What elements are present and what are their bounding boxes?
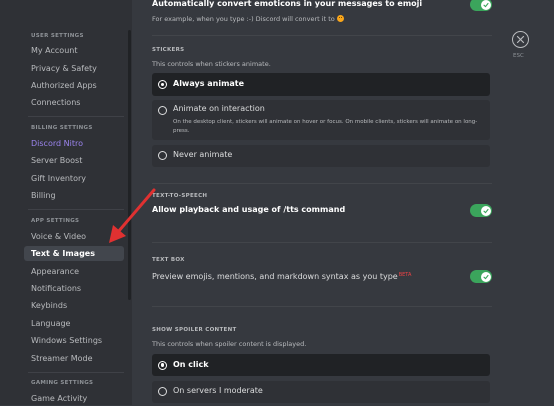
radio-selected-icon (158, 80, 167, 89)
emoticon-setting-subtitle: For example, when you type :-) Discord w… (152, 15, 344, 23)
radio-selected-icon (158, 360, 167, 370)
sidebar-item-text-images[interactable]: Text & Images (24, 246, 124, 261)
sidebar-item-connections[interactable]: Connections (24, 95, 124, 110)
sidebar-item-gift-inventory[interactable]: Gift Inventory (24, 171, 124, 186)
radio-label: On servers I moderate (173, 386, 263, 395)
radio-unselected-icon (158, 151, 167, 160)
radio-always-animate[interactable]: Always animate (152, 73, 490, 96)
sidebar-item-language[interactable]: Language (24, 316, 124, 331)
check-icon (482, 208, 489, 213)
sidebar-item-discord-nitro[interactable]: Discord Nitro (24, 136, 124, 151)
sidebar-item-appearance[interactable]: Appearance (24, 264, 124, 279)
check-icon (482, 274, 489, 279)
sidebar-divider (28, 209, 124, 210)
sidebar-item-notifications[interactable]: Notifications (24, 281, 124, 296)
close-icon (516, 35, 525, 44)
section-divider (152, 183, 492, 184)
slight-smile-emoji-icon (336, 15, 344, 22)
settings-sidebar: USER SETTINGS My Account Privacy & Safet… (0, 0, 132, 405)
textbox-toggle[interactable] (470, 270, 492, 283)
sidebar-scrollbar[interactable] (128, 30, 131, 300)
check-icon (482, 2, 489, 7)
radio-animate-on-interaction[interactable]: Animate on interaction On the desktop cl… (152, 100, 490, 140)
sidebar-item-streamer-mode[interactable]: Streamer Mode (24, 351, 124, 366)
sidebar-divider (28, 116, 124, 117)
radio-label: Never animate (173, 150, 233, 159)
radio-on-click[interactable]: On click (152, 354, 490, 376)
section-divider (152, 242, 492, 243)
stickers-description: This controls when stickers animate. (152, 60, 271, 68)
sidebar-item-server-boost[interactable]: Server Boost (24, 153, 124, 168)
sidebar-item-billing[interactable]: Billing (24, 188, 124, 203)
sidebar-item-voice-video[interactable]: Voice & Video (24, 229, 124, 244)
radio-never-animate[interactable]: Never animate (152, 145, 490, 167)
textbox-heading: TEXT BOX (152, 257, 185, 263)
category-gaming-settings: GAMING SETTINGS (31, 380, 94, 386)
tts-heading: TEXT-TO-SPEECH (152, 193, 208, 199)
sidebar-divider (28, 372, 124, 373)
sidebar-item-my-account[interactable]: My Account (24, 43, 124, 58)
radio-description: On the desktop client, stickers will ani… (173, 119, 478, 134)
radio-label: Always animate (173, 79, 245, 88)
stickers-heading: STICKERS (152, 47, 185, 53)
radio-unselected-icon (158, 387, 167, 396)
sidebar-item-windows-settings[interactable]: Windows Settings (24, 333, 124, 348)
radio-on-servers-i-moderate[interactable]: On servers I moderate (152, 381, 490, 403)
tts-toggle[interactable] (470, 204, 492, 217)
category-billing-settings: BILLING SETTINGS (31, 125, 93, 131)
radio-unselected-icon (158, 106, 167, 115)
emoticon-setting-title: Automatically convert emoticons in your … (152, 0, 423, 8)
sidebar-item-keybinds[interactable]: Keybinds (24, 298, 124, 313)
sidebar-item-game-activity[interactable]: Game Activity (24, 391, 124, 406)
tts-setting-title: Allow playback and usage of /tts command (152, 205, 346, 214)
sidebar-item-privacy-safety[interactable]: Privacy & Safety (24, 61, 124, 76)
section-divider (152, 306, 492, 307)
esc-label: ESC (513, 53, 524, 59)
category-app-settings: APP SETTINGS (31, 218, 80, 224)
spoiler-heading: SHOW SPOILER CONTENT (152, 327, 237, 333)
emoticon-toggle[interactable] (470, 0, 492, 11)
section-divider (152, 35, 492, 36)
beta-badge: BETA (398, 272, 412, 278)
textbox-setting-title: Preview emojis, mentions, and markdown s… (152, 272, 412, 281)
close-button[interactable] (512, 31, 529, 48)
radio-label: Animate on interaction (173, 104, 265, 113)
sidebar-item-authorized-apps[interactable]: Authorized Apps (24, 78, 124, 93)
radio-label: On click (173, 359, 209, 369)
category-user-settings: USER SETTINGS (31, 33, 84, 39)
spoiler-description: This controls when spoiler content is di… (152, 340, 307, 348)
